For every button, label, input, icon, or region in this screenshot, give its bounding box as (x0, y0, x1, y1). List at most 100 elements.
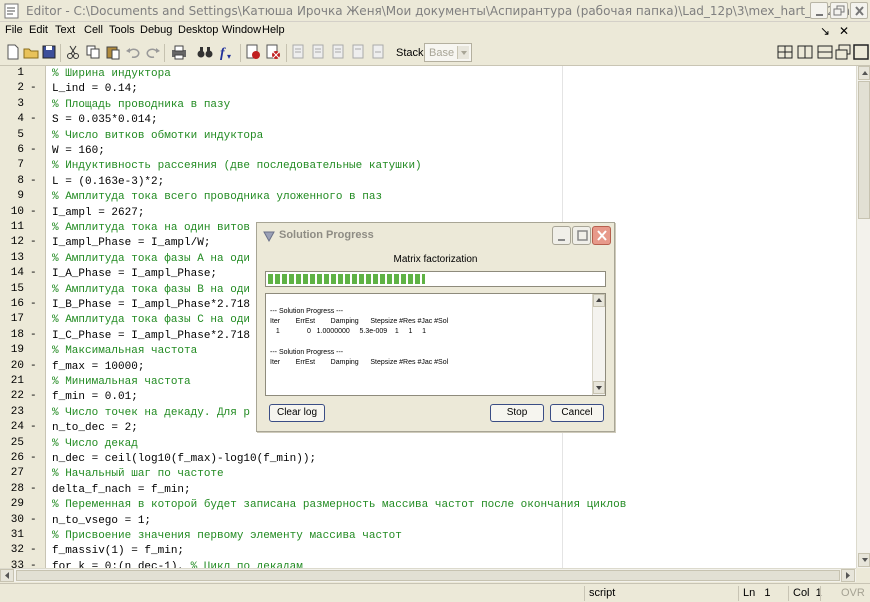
scroll-up-icon[interactable] (858, 66, 870, 80)
menu-tools[interactable]: Tools (109, 24, 135, 36)
step-in-icon[interactable] (310, 43, 328, 61)
maximize-editor-icon[interactable] (852, 43, 870, 61)
executable-line-marker[interactable]: - (30, 452, 37, 464)
tile-layout-icon[interactable] (776, 43, 794, 61)
editor-window: Editor - C:\Documents and Settings\Катюш… (0, 0, 870, 602)
code-line[interactable]: 9 % Амплитуда тока всего проводника уложе… (0, 190, 856, 205)
code-line[interactable]: 10- I_ampl = 2627; (0, 206, 856, 221)
dock-close-icon[interactable]: ✕ (839, 24, 849, 38)
menu-window[interactable]: Window (222, 24, 261, 36)
vertical-scrollbar[interactable] (856, 66, 870, 568)
executable-line-marker[interactable]: - (30, 206, 37, 218)
print-icon[interactable] (170, 43, 188, 61)
code-text: % Переменная в которой будет записана ра… (52, 499, 627, 512)
clear-log-button[interactable]: Clear log (269, 404, 325, 422)
open-folder-icon[interactable] (22, 43, 40, 61)
redo-icon[interactable] (144, 43, 162, 61)
undock-arrow-icon[interactable]: ↘ (820, 24, 830, 38)
executable-line-marker[interactable]: - (30, 544, 37, 556)
code-line[interactable]: 3 % Площадь проводника в пазу (0, 98, 856, 113)
code-line[interactable]: 4- S = 0.035*0.014; (0, 113, 856, 128)
executable-line-marker[interactable]: - (30, 144, 37, 156)
line-number: 12 (10, 236, 24, 249)
code-line[interactable]: 29 % Переменная в которой будет записана … (0, 498, 856, 513)
menu-text[interactable]: Text (55, 24, 75, 36)
find-binoculars-icon[interactable] (196, 43, 214, 61)
executable-line-marker[interactable]: - (30, 390, 37, 402)
scroll-left-icon[interactable] (0, 569, 14, 582)
stack-dropdown[interactable]: Base (424, 43, 472, 62)
code-line[interactable]: 28- delta_f_nach = f_min; (0, 483, 856, 498)
restore-button[interactable] (830, 2, 848, 19)
line-number: 17 (10, 313, 24, 326)
scroll-right-icon[interactable] (841, 569, 855, 582)
log-scroll-up-icon[interactable] (593, 294, 605, 307)
executable-line-marker[interactable]: - (30, 329, 37, 341)
code-line[interactable]: 32- f_massiv(1) = f_min; (0, 544, 856, 559)
code-statement: n_to_vsego = 1; (52, 514, 151, 529)
undo-icon[interactable] (124, 43, 142, 61)
executable-line-marker[interactable]: - (30, 483, 37, 495)
exit-debug-icon[interactable] (370, 43, 388, 61)
executable-line-marker[interactable]: - (30, 82, 37, 94)
code-line[interactable]: 6- W = 160; (0, 144, 856, 159)
split-horizontal-icon[interactable] (816, 43, 834, 61)
executable-line-marker[interactable]: - (30, 514, 37, 526)
cut-icon[interactable] (64, 43, 82, 61)
comsol-icon (262, 229, 276, 243)
step-icon[interactable] (290, 43, 308, 61)
menu-desktop[interactable]: Desktop (178, 24, 218, 36)
log-scrollbar[interactable] (592, 294, 605, 395)
stop-button[interactable]: Stop (490, 404, 544, 422)
code-line[interactable]: 5 % Число витков обмотки индуктора (0, 129, 856, 144)
code-line[interactable]: 8- L = (0.163e-3)*2; (0, 175, 856, 190)
close-button[interactable] (850, 2, 868, 19)
code-text: % Площадь проводника в пазу (52, 98, 231, 111)
copy-icon[interactable] (84, 43, 102, 61)
new-file-icon[interactable] (4, 43, 22, 61)
cancel-button[interactable]: Cancel (550, 404, 604, 422)
set-breakpoint-icon[interactable] (244, 43, 262, 61)
step-out-icon[interactable] (330, 43, 348, 61)
horizontal-scrollbar[interactable] (0, 568, 856, 582)
status-mode: script (584, 586, 736, 601)
code-line[interactable]: 31 % Присвоение значения первому элементу… (0, 529, 856, 544)
line-number: 20 (10, 359, 24, 372)
executable-line-marker[interactable]: - (30, 113, 37, 125)
code-line[interactable]: 1 % Ширина индуктора (0, 67, 856, 82)
menu-debug[interactable]: Debug (140, 24, 172, 36)
menu-help[interactable]: Help (262, 24, 285, 36)
executable-line-marker[interactable]: - (30, 236, 37, 248)
code-line[interactable]: 26- n_dec = ceil(log10(f_max)-log10(f_min… (0, 452, 856, 467)
clear-breakpoints-icon[interactable] (264, 43, 282, 61)
float-window-icon[interactable] (834, 43, 852, 61)
executable-line-marker[interactable]: - (30, 267, 37, 279)
vertical-scroll-thumb[interactable] (858, 81, 870, 219)
code-line[interactable]: 30- n_to_vsego = 1; (0, 514, 856, 529)
dialog-maximize-button[interactable] (572, 226, 591, 245)
executable-line-marker[interactable]: - (30, 175, 37, 187)
scroll-down-icon[interactable] (858, 553, 870, 567)
code-line[interactable]: 25 % Число декад (0, 437, 856, 452)
function-icon[interactable]: f ▾ (218, 43, 236, 61)
code-line[interactable]: 27 % Начальный шаг по частоте (0, 467, 856, 482)
code-comment: % Площадь проводника в пазу (52, 98, 230, 113)
menu-file[interactable]: File (5, 24, 23, 36)
code-line[interactable]: 7 % Индуктивность рассеяния (две последов… (0, 159, 856, 174)
log-scroll-down-icon[interactable] (593, 381, 605, 394)
code-text: I_B_Phase = I_ampl_Phase*2.718 (52, 299, 251, 311)
paste-icon[interactable] (104, 43, 122, 61)
dialog-minimize-button[interactable] (552, 226, 571, 245)
continue-icon[interactable] (350, 43, 368, 61)
executable-line-marker[interactable]: - (30, 360, 37, 372)
dialog-close-button[interactable] (592, 226, 611, 245)
executable-line-marker[interactable]: - (30, 421, 37, 433)
menu-edit[interactable]: Edit (29, 24, 48, 36)
split-vertical-icon[interactable] (796, 43, 814, 61)
executable-line-marker[interactable]: - (30, 298, 37, 310)
save-icon[interactable] (40, 43, 58, 61)
code-line[interactable]: 2- L_ind = 0.14; (0, 82, 856, 97)
menu-cell[interactable]: Cell (84, 24, 103, 36)
minimize-button[interactable] (810, 2, 828, 19)
horizontal-scroll-thumb[interactable] (16, 570, 840, 581)
